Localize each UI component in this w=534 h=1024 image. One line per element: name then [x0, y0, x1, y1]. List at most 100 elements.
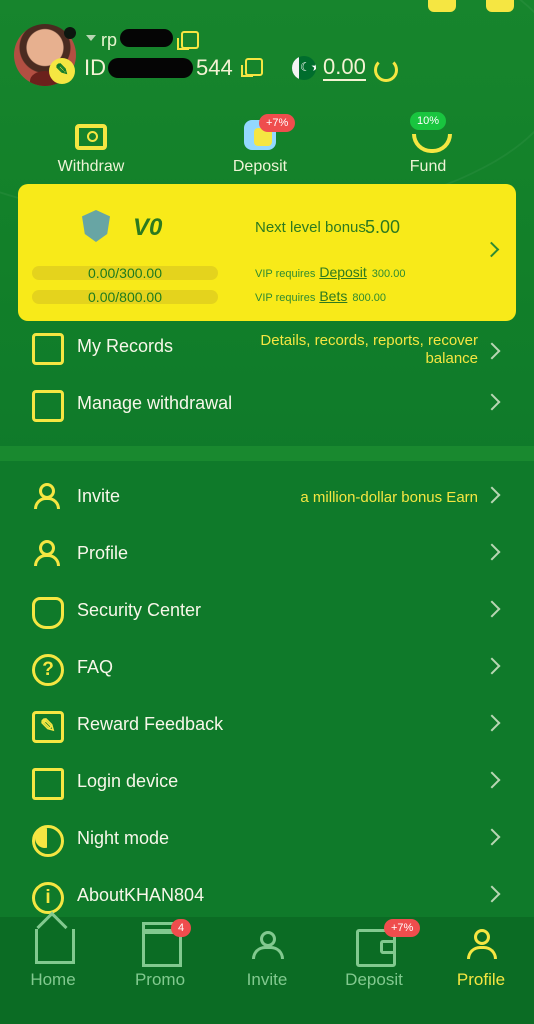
support-icon[interactable]: [428, 0, 456, 12]
nav-deposit-label: Deposit: [345, 970, 403, 989]
nav-promo-label: Promo: [134, 970, 186, 989]
login-device-label: Login device: [77, 771, 179, 791]
bets-progress-text: 0.00/800.00: [88, 289, 162, 305]
nav-invite-label: Invite: [246, 970, 288, 989]
deposit-req-amount: 300.00: [371, 268, 406, 280]
fund-label: Fund: [409, 158, 447, 175]
dropdown-icon[interactable]: [86, 35, 96, 41]
profile-icon: [32, 540, 60, 566]
reward-feedback-label: Reward Feedback: [77, 714, 224, 734]
bottom-navigation: Home 4 Promo Invite +7% Deposit Profile: [0, 917, 534, 1024]
menu-my-records[interactable]: My Records Details, records, reports, re…: [0, 326, 534, 374]
user-id-suffix: 544: [196, 55, 233, 80]
deposit-req-prefix: VIP requires: [255, 268, 316, 280]
menu-security-center[interactable]: Security Center: [0, 590, 534, 638]
withdraw-button[interactable]: Withdraw: [21, 112, 161, 178]
deposit-label: Deposit: [232, 158, 288, 175]
username-redaction: [120, 29, 173, 47]
nav-deposit[interactable]: +7% Deposit: [321, 917, 427, 1024]
chevron-right-icon: [483, 241, 500, 258]
manage-withdrawal-icon: [32, 390, 64, 422]
bets-link[interactable]: Bets: [319, 288, 347, 304]
bets-req-amount: 800.00: [352, 292, 386, 304]
menu-reward-feedback[interactable]: ✎ Reward Feedback: [0, 704, 534, 752]
next-level-label: Next level bonus: [255, 219, 366, 236]
invite-promo-text: a million-dollar bonus Earn: [300, 489, 478, 506]
nav-home[interactable]: Home: [0, 917, 106, 1024]
status-dot-icon: [64, 27, 76, 39]
deposit-progress-text: 0.00/300.00: [88, 265, 162, 281]
menu-profile[interactable]: Profile: [0, 533, 534, 581]
bets-requirement: VIP requires Bets 800.00: [255, 288, 386, 304]
edit-icon: ✎: [32, 711, 64, 743]
nav-home-label: Home: [30, 970, 76, 989]
device-icon: [32, 768, 64, 800]
night-mode-icon: [32, 825, 64, 857]
faq-label: FAQ: [77, 657, 114, 677]
question-icon: ?: [32, 654, 64, 686]
chevron-right-icon: [483, 393, 501, 411]
invite-person-icon: [32, 483, 60, 509]
night-mode-label: Night mode: [77, 828, 170, 848]
chevron-right-icon: [483, 771, 501, 789]
menu-login-device[interactable]: Login device: [0, 761, 534, 809]
edit-avatar-icon[interactable]: ✎: [49, 58, 75, 84]
copy-username-icon[interactable]: [177, 31, 199, 50]
username: rp: [101, 30, 118, 50]
chevron-right-icon: [483, 486, 501, 504]
menu-night-mode[interactable]: Night mode: [0, 818, 534, 866]
chevron-right-icon: [483, 342, 501, 360]
menu-about[interactable]: i AboutKHAN804: [0, 875, 534, 923]
chat-icon[interactable]: [486, 0, 514, 12]
security-center-label: Security Center: [77, 600, 202, 620]
promo-badge: 4: [171, 919, 192, 937]
deposit-nav-badge: +7%: [384, 919, 421, 937]
menu-invite[interactable]: Invite a million-dollar bonus Earn: [0, 476, 534, 524]
refresh-balance-icon[interactable]: [374, 58, 398, 82]
fund-hands-icon: [412, 134, 452, 153]
user-id-label: ID: [84, 55, 106, 80]
chevron-right-icon: [483, 828, 501, 846]
records-description-line-1: Details, records, reports, recover: [260, 332, 478, 349]
deposit-button[interactable]: +7% Deposit: [190, 112, 330, 178]
nav-invite[interactable]: Invite: [214, 917, 320, 1024]
my-records-label: My Records: [77, 336, 174, 356]
records-description-line-2: balance: [425, 350, 478, 367]
chevron-right-icon: [483, 885, 501, 903]
chevron-right-icon: [483, 543, 501, 561]
section-divider: [0, 446, 534, 461]
nav-profile-label: Profile: [456, 970, 506, 989]
deposit-progress-bar: 0.00/300.00: [32, 265, 218, 281]
deposit-bonus-badge: +7%: [259, 114, 296, 132]
fund-button[interactable]: 10% Fund: [358, 112, 498, 178]
about-label: AboutKHAN804: [77, 885, 205, 905]
withdraw-icon: [75, 124, 107, 150]
fund-badge: 10%: [410, 112, 447, 130]
user-id-redaction: [108, 58, 193, 78]
bets-req-prefix: VIP requires: [255, 292, 316, 304]
deposit-link[interactable]: Deposit: [319, 264, 366, 280]
invite-people-icon: [249, 929, 284, 961]
vip-card[interactable]: V0 0.00/300.00 0.00/800.00 Next level bo…: [18, 184, 516, 321]
profile-label: Profile: [77, 543, 129, 563]
chevron-right-icon: [483, 657, 501, 675]
deposit-requirement: VIP requires Deposit 300.00: [255, 264, 405, 280]
nav-promo[interactable]: 4 Promo: [107, 917, 213, 1024]
menu-faq[interactable]: ? FAQ: [0, 647, 534, 695]
menu-manage-withdrawal[interactable]: Manage withdrawal: [0, 383, 534, 431]
info-icon: i: [32, 882, 64, 914]
pakistan-flag-icon: [292, 56, 316, 80]
bets-progress-bar: 0.00/800.00: [32, 289, 218, 305]
balance-value: 0.00: [323, 54, 366, 81]
withdraw-label: Withdraw: [57, 158, 125, 175]
records-icon: [32, 333, 64, 365]
invite-label: Invite: [77, 486, 121, 506]
chevron-right-icon: [483, 714, 501, 732]
home-icon: [35, 929, 75, 964]
next-level-value: 5.00: [365, 217, 401, 237]
nav-profile[interactable]: Profile: [428, 917, 534, 1024]
profile-nav-icon: [463, 929, 497, 961]
copy-id-icon[interactable]: [241, 58, 263, 77]
shield-icon: [32, 597, 64, 629]
profile-header: ✎ rp ID 544 0.00 Withdraw +7% Deposit 10…: [0, 0, 534, 460]
